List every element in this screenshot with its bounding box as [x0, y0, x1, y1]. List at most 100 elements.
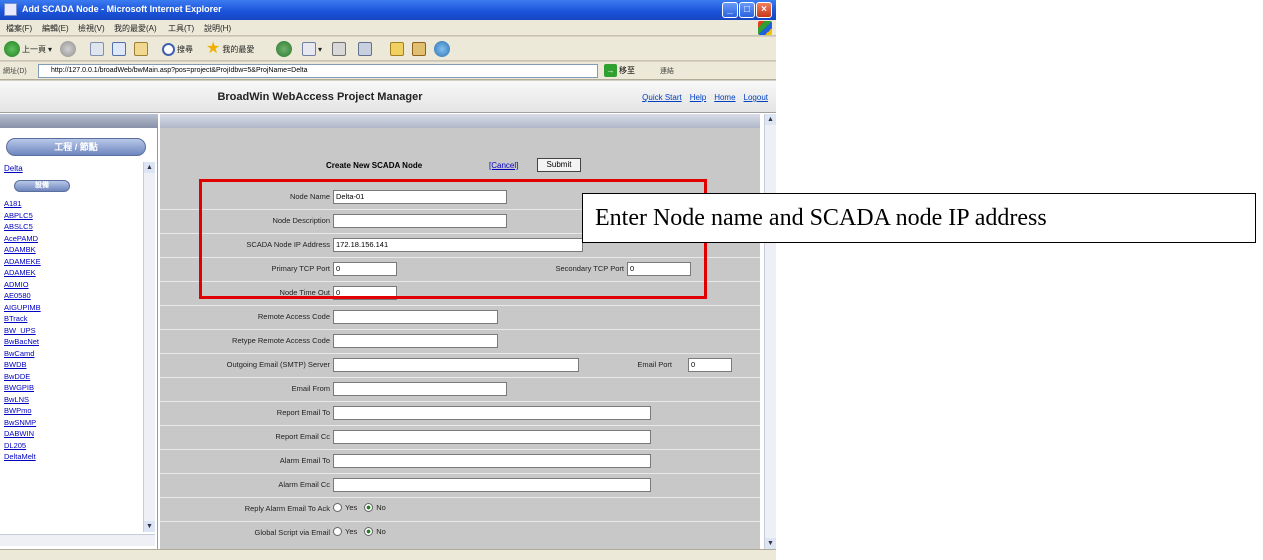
sidebar-device-item[interactable]: AE0580 — [4, 291, 134, 303]
remote-access-code-label: Remote Access Code — [257, 312, 330, 321]
url-field[interactable]: http://127.0.0.1/broadWeb/bwMain.asp?pos… — [38, 64, 598, 78]
logout-link[interactable]: Logout — [744, 93, 768, 102]
email-port-label: Email Port — [637, 360, 672, 369]
report-email-cc-label: Report Email Cc — [275, 432, 330, 441]
report-email-to-input[interactable] — [333, 406, 651, 420]
address-bar: 網址(D) http://127.0.0.1/broadWeb/bwMain.a… — [0, 62, 776, 80]
messenger-icon — [434, 41, 450, 57]
sidebar-vertical-scrollbar[interactable]: ▲ ▼ — [143, 162, 155, 532]
messenger-button[interactable] — [434, 40, 450, 58]
sidebar-device-item[interactable]: BW_UPS — [4, 326, 134, 338]
sidebar-device-item[interactable]: BwCamd — [4, 349, 134, 361]
scroll-up-icon[interactable]: ▲ — [144, 162, 155, 173]
title-bar: Add SCADA Node - Microsoft Internet Expl… — [0, 0, 776, 20]
project-link[interactable]: Delta — [4, 164, 23, 173]
search-button[interactable]: 搜尋 — [162, 40, 193, 58]
search-label: 搜尋 — [177, 44, 193, 54]
page-content: BroadWin WebAccess Project Manager Quick… — [0, 81, 776, 549]
sidebar-device-item[interactable]: ADAMBK — [4, 245, 134, 257]
sidebar-device-item[interactable]: AcePAMD — [4, 234, 134, 246]
folder-button[interactable] — [390, 40, 404, 58]
sidebar-device-item[interactable]: ADAMEKE — [4, 257, 134, 269]
email-from-input[interactable] — [333, 382, 507, 396]
reply-alarm-email-radio-group: Yes No — [333, 503, 386, 512]
sidebar-device-item[interactable]: BwDDE — [4, 372, 134, 384]
reply-alarm-yes-label: Yes — [345, 503, 358, 512]
scroll-up-icon[interactable]: ▲ — [765, 114, 776, 125]
remote-access-code-input[interactable] — [333, 310, 498, 324]
menu-favorites[interactable]: 我的最愛(A) — [114, 23, 157, 34]
edit-icon — [358, 42, 372, 56]
favorites-button[interactable]: ★ 我的最愛 — [206, 40, 254, 58]
sidebar-device-item[interactable]: BWGPIB — [4, 383, 134, 395]
home-button[interactable] — [134, 40, 148, 58]
page-vertical-scrollbar[interactable]: ▲ ▼ — [764, 114, 776, 549]
minimize-button[interactable]: _ — [722, 2, 738, 18]
home-icon — [134, 42, 148, 56]
sidebar-device-item[interactable]: AIGUPIMB — [4, 303, 134, 315]
sidebar-device-item[interactable]: BwSNMP — [4, 418, 134, 430]
close-button[interactable]: × — [756, 2, 772, 18]
menu-help[interactable]: 說明(H) — [204, 23, 231, 34]
print-button[interactable] — [332, 40, 346, 58]
sidebar-device-item[interactable]: BTrack — [4, 314, 134, 326]
menu-view[interactable]: 檢視(V) — [78, 23, 105, 34]
report-email-to-label: Report Email To — [276, 408, 330, 417]
sidebar-device-item[interactable]: ABPLC5 — [4, 211, 134, 223]
back-button[interactable]: 上一頁 ▾ — [4, 40, 52, 58]
folder-icon — [390, 42, 404, 56]
sidebar-device-item[interactable]: BWPmo — [4, 406, 134, 418]
scroll-down-icon[interactable]: ▼ — [144, 521, 155, 532]
scroll-down-icon[interactable]: ▼ — [765, 538, 776, 549]
mail-button[interactable]: ▾ — [302, 40, 322, 58]
email-port-input[interactable]: 0 — [688, 358, 732, 372]
alarm-email-to-input[interactable] — [333, 454, 651, 468]
sidebar-device-item[interactable]: ADAMEK — [4, 268, 134, 280]
report-email-cc-input[interactable] — [333, 430, 651, 444]
form-title: Create New SCADA Node — [326, 161, 423, 170]
sidebar-horizontal-scrollbar[interactable] — [0, 534, 155, 546]
mail-icon — [302, 42, 316, 56]
sidebar-device-item[interactable]: ADMIO — [4, 280, 134, 292]
alarm-email-cc-input[interactable] — [333, 478, 651, 492]
global-script-no-radio[interactable] — [364, 527, 374, 536]
smtp-server-input[interactable] — [333, 358, 579, 372]
links-label[interactable]: 連結 — [660, 66, 674, 76]
sidebar-device-item[interactable]: BwBacNet — [4, 337, 134, 349]
edit-button[interactable] — [358, 40, 372, 58]
history-icon — [276, 41, 292, 57]
global-script-email-radio-group: Yes No — [333, 527, 386, 536]
menu-tools[interactable]: 工具(T) — [168, 23, 194, 34]
history-button[interactable] — [276, 40, 292, 58]
row-remote-access-code: Remote Access Code — [160, 306, 760, 329]
research-button[interactable] — [412, 40, 426, 58]
sidebar-device-item[interactable]: DeltaMelt — [4, 452, 134, 464]
sidebar-device-item[interactable]: DABWIN — [4, 429, 134, 441]
sidebar-top-bar — [0, 114, 158, 128]
go-button[interactable]: → 移至 — [604, 64, 635, 77]
global-script-yes-radio[interactable] — [333, 527, 342, 536]
sidebar-device-item[interactable]: ABSLC5 — [4, 222, 134, 234]
sidebar-device-item[interactable]: DL205 — [4, 441, 134, 453]
sidebar-device-item[interactable]: A181 — [4, 199, 134, 211]
sidebar-device-item[interactable]: BwLNS — [4, 395, 134, 407]
sidebar-device-item[interactable]: BWDB — [4, 360, 134, 372]
menu-file[interactable]: 檔案(F) — [6, 23, 32, 34]
maximize-button[interactable]: □ — [739, 2, 755, 18]
forward-button[interactable] — [60, 40, 76, 58]
retype-remote-access-code-input[interactable] — [333, 334, 498, 348]
submit-button[interactable]: Submit — [537, 158, 581, 172]
search-icon — [162, 42, 175, 56]
home-link[interactable]: Home — [714, 93, 735, 102]
help-link[interactable]: Help — [690, 93, 706, 102]
refresh-button[interactable] — [112, 40, 126, 58]
cancel-link[interactable]: [Cancel] — [489, 161, 518, 170]
stop-button[interactable] — [90, 40, 104, 58]
quick-start-link[interactable]: Quick Start — [642, 93, 682, 102]
menu-edit[interactable]: 編輯(E) — [42, 23, 69, 34]
research-icon — [412, 42, 426, 56]
reply-alarm-yes-radio[interactable] — [333, 503, 342, 512]
reply-alarm-email-label: Reply Alarm Email To Ack — [244, 504, 330, 513]
reply-alarm-no-radio[interactable] — [364, 503, 374, 512]
forward-arrow-icon — [60, 41, 76, 57]
